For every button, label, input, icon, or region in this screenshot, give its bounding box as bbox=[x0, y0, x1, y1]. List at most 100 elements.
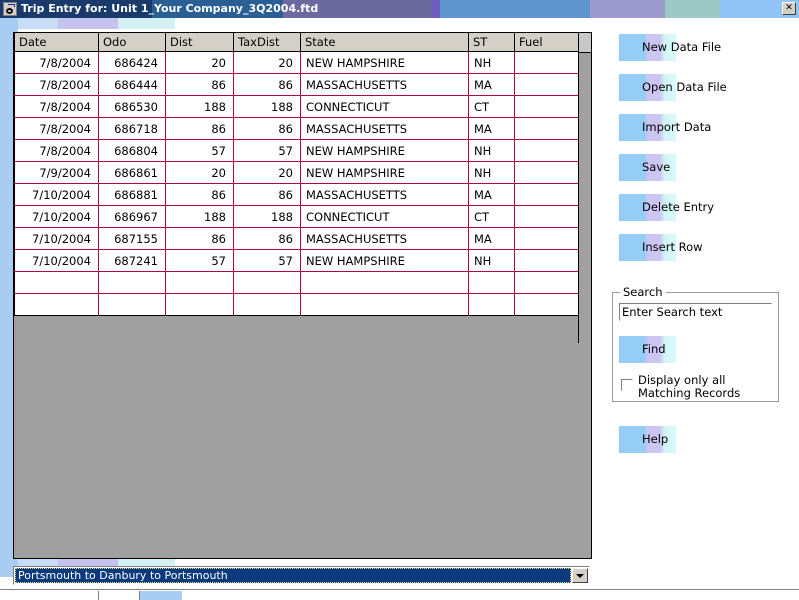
cell-date[interactable] bbox=[14, 293, 99, 316]
table-row[interactable] bbox=[14, 293, 579, 316]
chevron-down-icon[interactable] bbox=[572, 568, 588, 583]
cell-st[interactable]: MA bbox=[468, 183, 515, 206]
cell-fuel[interactable] bbox=[514, 183, 579, 206]
cell-date[interactable]: 7/8/2004 bbox=[14, 117, 99, 140]
search-input[interactable] bbox=[619, 303, 772, 321]
cell-dist[interactable]: 57 bbox=[165, 139, 234, 162]
cell-date[interactable]: 7/8/2004 bbox=[14, 51, 99, 74]
cell-date[interactable]: 7/8/2004 bbox=[14, 73, 99, 96]
column-header-st[interactable]: ST bbox=[468, 33, 515, 52]
display-matching-records-checkbox[interactable] bbox=[621, 379, 633, 391]
cell-state[interactable]: CONNECTICUT bbox=[300, 205, 469, 228]
cell-st[interactable]: NH bbox=[468, 249, 515, 272]
column-header-odo[interactable]: Odo bbox=[98, 33, 166, 52]
cell-date[interactable]: 7/10/2004 bbox=[14, 249, 99, 272]
cell-dist[interactable]: 57 bbox=[165, 249, 234, 272]
cell-state[interactable] bbox=[300, 293, 469, 316]
cell-dist[interactable]: 86 bbox=[165, 73, 234, 96]
import-data-button[interactable]: Import Data bbox=[619, 114, 711, 141]
table-row[interactable]: 7/9/2004 686861 20 20 NEW HAMPSHIRE NH bbox=[14, 161, 579, 184]
cell-state[interactable]: MASSACHUSETTS bbox=[300, 73, 469, 96]
cell-taxdist[interactable]: 57 bbox=[233, 249, 301, 272]
cell-state[interactable] bbox=[300, 271, 469, 294]
cell-state[interactable]: NEW HAMPSHIRE bbox=[300, 249, 469, 272]
cell-taxdist[interactable]: 20 bbox=[233, 51, 301, 74]
cell-fuel[interactable] bbox=[514, 117, 579, 140]
cell-taxdist[interactable] bbox=[233, 271, 301, 294]
column-header-taxdist[interactable]: TaxDist bbox=[233, 33, 301, 52]
column-header-fuel[interactable]: Fuel bbox=[514, 33, 579, 52]
delete-entry-button[interactable]: Delete Entry bbox=[619, 194, 714, 221]
cell-state[interactable]: CONNECTICUT bbox=[300, 95, 469, 118]
cell-fuel[interactable] bbox=[514, 161, 579, 184]
cell-odo[interactable]: 686881 bbox=[98, 183, 166, 206]
trip-route-selected-value[interactable]: Portsmouth to Danbury to Portsmouth bbox=[15, 568, 571, 583]
scrollbar-thumb[interactable] bbox=[579, 33, 591, 53]
cell-odo[interactable]: 686804 bbox=[98, 139, 166, 162]
column-header-date[interactable]: Date bbox=[14, 33, 99, 52]
cell-st[interactable]: NH bbox=[468, 161, 515, 184]
cell-date[interactable]: 7/9/2004 bbox=[14, 161, 99, 184]
cell-odo[interactable]: 686861 bbox=[98, 161, 166, 184]
cell-odo[interactable]: 686444 bbox=[98, 73, 166, 96]
cell-taxdist[interactable]: 20 bbox=[233, 161, 301, 184]
cell-odo[interactable]: 686530 bbox=[98, 95, 166, 118]
cell-dist[interactable]: 188 bbox=[165, 95, 234, 118]
cell-st[interactable]: CT bbox=[468, 205, 515, 228]
table-row[interactable]: 7/10/2004 687155 86 86 MASSACHUSETTS MA bbox=[14, 227, 579, 250]
table-row[interactable]: 7/10/2004 686881 86 86 MASSACHUSETTS MA bbox=[14, 183, 579, 206]
cell-dist[interactable]: 20 bbox=[165, 161, 234, 184]
trip-grid[interactable]: Date Odo Dist TaxDist State ST Fuel 7/8/… bbox=[14, 33, 579, 316]
cell-taxdist[interactable]: 188 bbox=[233, 95, 301, 118]
cell-dist[interactable]: 188 bbox=[165, 205, 234, 228]
cell-taxdist[interactable]: 86 bbox=[233, 227, 301, 250]
cell-date[interactable] bbox=[14, 271, 99, 294]
cell-fuel[interactable] bbox=[514, 271, 579, 294]
save-button[interactable]: Save bbox=[619, 154, 676, 181]
cell-fuel[interactable] bbox=[514, 293, 579, 316]
cell-state[interactable]: NEW HAMPSHIRE bbox=[300, 161, 469, 184]
cell-st[interactable]: CT bbox=[468, 95, 515, 118]
column-header-dist[interactable]: Dist bbox=[165, 33, 234, 52]
cell-dist[interactable] bbox=[165, 271, 234, 294]
cell-state[interactable]: MASSACHUSETTS bbox=[300, 227, 469, 250]
table-row[interactable] bbox=[14, 271, 579, 294]
cell-date[interactable]: 7/10/2004 bbox=[14, 227, 99, 250]
cell-fuel[interactable] bbox=[514, 95, 579, 118]
insert-row-button[interactable]: Insert Row bbox=[619, 234, 703, 261]
table-row[interactable]: 7/10/2004 687241 57 57 NEW HAMPSHIRE NH bbox=[14, 249, 579, 272]
cell-dist[interactable] bbox=[165, 293, 234, 316]
trip-route-combobox[interactable]: Portsmouth to Danbury to Portsmouth bbox=[13, 566, 590, 585]
cell-st[interactable]: MA bbox=[468, 117, 515, 140]
table-row[interactable]: 7/8/2004 686424 20 20 NEW HAMPSHIRE NH bbox=[14, 51, 579, 74]
cell-odo[interactable] bbox=[98, 271, 166, 294]
cell-st[interactable] bbox=[468, 271, 515, 294]
cell-odo[interactable]: 687155 bbox=[98, 227, 166, 250]
table-row[interactable]: 7/8/2004 686718 86 86 MASSACHUSETTS MA bbox=[14, 117, 579, 140]
cell-dist[interactable]: 20 bbox=[165, 51, 234, 74]
cell-taxdist[interactable]: 86 bbox=[233, 117, 301, 140]
open-data-file-button[interactable]: Open Data File bbox=[619, 74, 727, 101]
cell-state[interactable]: MASSACHUSETTS bbox=[300, 183, 469, 206]
cell-taxdist[interactable]: 86 bbox=[233, 183, 301, 206]
table-row[interactable]: 7/8/2004 686804 57 57 NEW HAMPSHIRE NH bbox=[14, 139, 579, 162]
table-row[interactable]: 7/8/2004 686530 188 188 CONNECTICUT CT bbox=[14, 95, 579, 118]
cell-odo[interactable]: 686718 bbox=[98, 117, 166, 140]
cell-odo[interactable]: 686967 bbox=[98, 205, 166, 228]
cell-taxdist[interactable] bbox=[233, 293, 301, 316]
help-button[interactable]: Help bbox=[619, 426, 676, 453]
cell-taxdist[interactable]: 57 bbox=[233, 139, 301, 162]
table-row[interactable]: 7/10/2004 686967 188 188 CONNECTICUT CT bbox=[14, 205, 579, 228]
cell-st[interactable]: NH bbox=[468, 51, 515, 74]
cell-date[interactable]: 7/10/2004 bbox=[14, 205, 99, 228]
cell-fuel[interactable] bbox=[514, 205, 579, 228]
cell-state[interactable]: NEW HAMPSHIRE bbox=[300, 51, 469, 74]
cell-state[interactable]: NEW HAMPSHIRE bbox=[300, 139, 469, 162]
close-icon[interactable]: ✕ bbox=[782, 2, 796, 15]
cell-date[interactable]: 7/8/2004 bbox=[14, 139, 99, 162]
new-data-file-button[interactable]: New Data File bbox=[619, 34, 721, 61]
cell-fuel[interactable] bbox=[514, 139, 579, 162]
cell-st[interactable]: MA bbox=[468, 73, 515, 96]
cell-odo[interactable] bbox=[98, 293, 166, 316]
cell-fuel[interactable] bbox=[514, 73, 579, 96]
